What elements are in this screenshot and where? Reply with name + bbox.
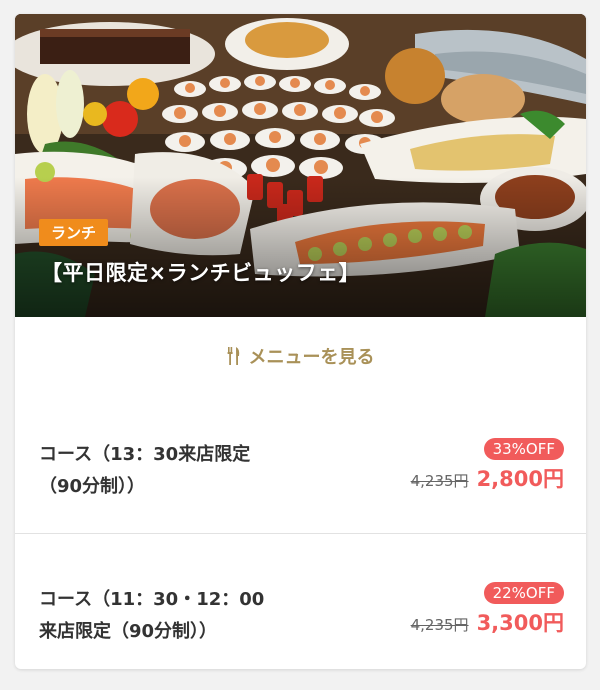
view-menu-link[interactable]: メニューを見る <box>15 317 586 395</box>
fork-knife-icon <box>227 347 241 365</box>
sale-price: 2,800円 <box>476 467 564 491</box>
course-name-line: 来店限定（90分制）） <box>39 621 218 642</box>
hero-shade-overlay <box>15 177 586 317</box>
plan-title[interactable]: 【平日限定×ランチビュッフェ】 <box>41 257 360 287</box>
course-name: コース（13：30来店限定 （90分制）） <box>39 439 250 503</box>
course-name-line: コース（11：30・12：00 <box>39 589 265 610</box>
lunch-badge: ランチ <box>39 219 109 246</box>
price-row: 4,235円 2,800円 <box>411 463 564 493</box>
sale-price: 3,300円 <box>476 611 564 635</box>
course-name: コース（11：30・12：00 来店限定（90分制）） <box>39 584 264 648</box>
discount-badge: 22%OFF <box>483 582 564 604</box>
course-name-line: （90分制）） <box>39 476 146 497</box>
discount-badge: 33%OFF <box>483 438 564 460</box>
view-menu-label: メニューを見る <box>248 347 375 368</box>
course-item[interactable]: コース（13：30来店限定 （90分制）） 33%OFF 4,235円 2,80… <box>15 395 586 533</box>
course-name-line: コース（13：30来店限定 <box>39 444 251 465</box>
course-item[interactable]: コース（11：30・12：00 来店限定（90分制）） 22%OFF 4,235… <box>15 533 586 669</box>
original-price: 4,235円 <box>410 616 469 634</box>
plan-card: ランチ 【平日限定×ランチビュッフェ】 メニューを見る コース（13：30来店限… <box>15 14 586 669</box>
plan-hero-image[interactable]: ランチ 【平日限定×ランチビュッフェ】 <box>15 14 586 317</box>
original-price: 4,235円 <box>410 472 469 490</box>
price-row: 4,235円 3,300円 <box>411 607 564 637</box>
